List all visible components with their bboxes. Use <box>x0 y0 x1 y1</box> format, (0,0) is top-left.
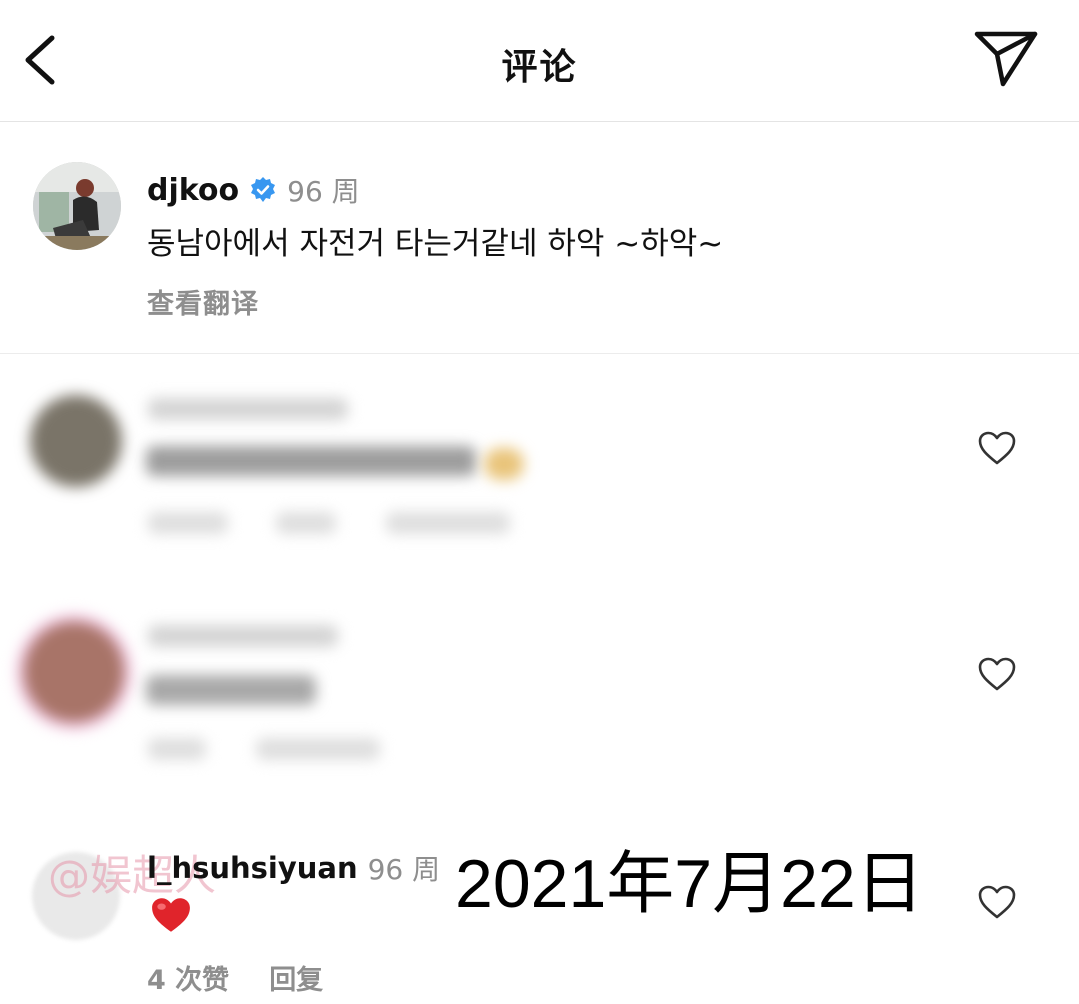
red-heart-emoji <box>150 896 192 941</box>
timestamp: 96 周 <box>287 175 360 208</box>
blurred-comment-text <box>146 675 316 705</box>
avatar-image <box>33 162 121 250</box>
page-title: 评论 <box>501 47 578 88</box>
comment-meta: 4 次赞 回复 <box>147 958 323 997</box>
blurred-meta <box>276 512 336 534</box>
red-heart-icon <box>152 898 190 932</box>
timestamp: 96 周 <box>367 853 441 886</box>
like-button[interactable] <box>977 884 1017 920</box>
heart-outline-icon <box>978 885 1016 919</box>
avatar[interactable] <box>33 162 121 250</box>
blurred-meta <box>148 512 228 534</box>
blurred-comment-text <box>146 446 476 476</box>
blurred-meta <box>386 512 510 534</box>
username-line: l_hsuhsiyuan 96 周 <box>147 848 440 888</box>
caption-text: 동남아에서 자전거 타는거같네 하악 ~하악~ <box>147 226 724 262</box>
blurred-emoji <box>484 448 524 480</box>
date-overlay: 2021年7月22日 <box>455 846 924 922</box>
blurred-username <box>148 625 338 647</box>
heart-outline-icon <box>978 657 1016 691</box>
blurred-meta <box>148 738 206 760</box>
like-button[interactable] <box>977 430 1017 466</box>
verified-badge-icon <box>251 177 276 202</box>
username[interactable]: djkoo <box>147 173 239 208</box>
blurred-username <box>148 398 348 420</box>
paper-plane-icon <box>974 31 1038 87</box>
avatar[interactable] <box>24 622 124 722</box>
username-line: djkoo 96 周 <box>147 170 360 210</box>
post-caption: djkoo 96 周 동남아에서 자전거 타는거같네 하악 ~하악~ 查看翻译 <box>0 122 1079 354</box>
reply-button[interactable]: 回复 <box>269 958 323 997</box>
heart-outline-icon <box>978 431 1016 465</box>
avatar[interactable] <box>30 395 122 487</box>
username[interactable]: l_hsuhsiyuan <box>147 851 358 885</box>
see-translation-link[interactable]: 查看翻译 <box>147 282 259 321</box>
blurred-meta <box>256 738 380 760</box>
like-count[interactable]: 4 次赞 <box>147 958 229 997</box>
like-button[interactable] <box>977 656 1017 692</box>
top-bar: 评论 <box>0 0 1079 122</box>
share-button[interactable] <box>973 28 1039 90</box>
